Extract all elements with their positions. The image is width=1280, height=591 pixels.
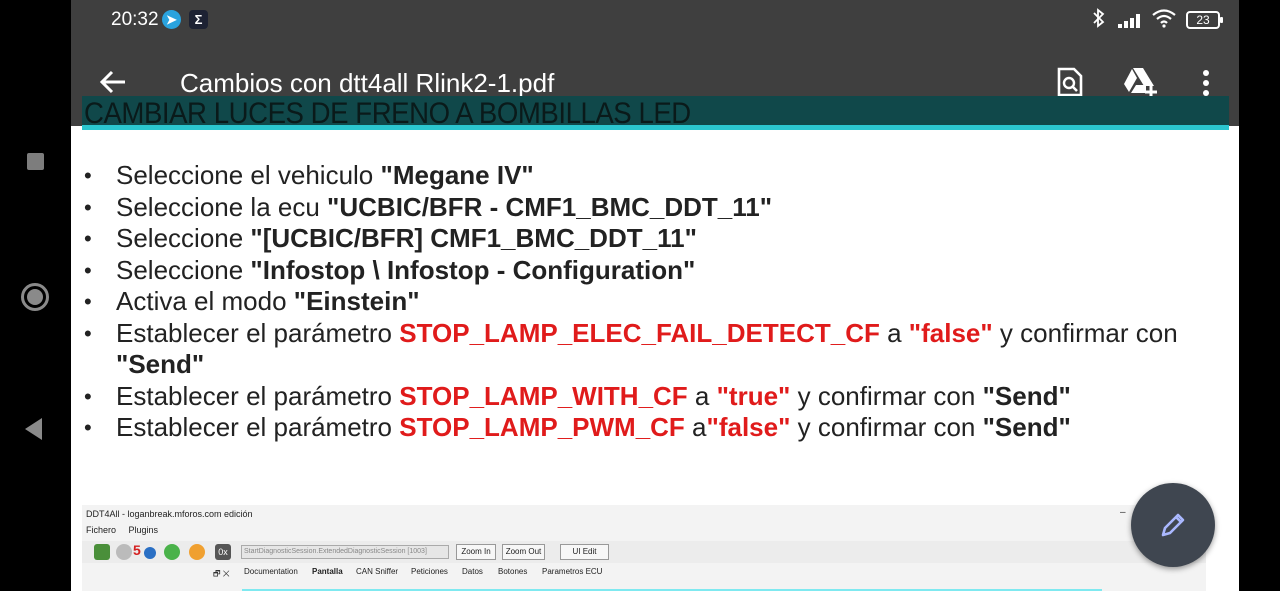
settings-icon: [116, 544, 132, 560]
drive-add-icon[interactable]: [1122, 66, 1158, 98]
right-edge: [1239, 0, 1280, 591]
embedded-menu-bar: Fichero Plugins: [86, 525, 168, 535]
document-heading-banner: CAMBIAR LUCES DE FRENO A BOMBILLAS LED: [82, 96, 1229, 130]
list-item: Activa el modo "Einstein": [80, 286, 1230, 318]
home-circle-icon[interactable]: [21, 283, 49, 311]
list-item: Establecer el parámetro STOP_LAMP_ELEC_F…: [80, 318, 1230, 381]
list-item: Seleccione la ecu "UCBIC/BFR - CMF1_BMC_…: [80, 192, 1230, 224]
document-heading: CAMBIAR LUCES DE FRENO A BOMBILLAS LED: [84, 97, 691, 130]
list-item: Establecer el parámetro STOP_LAMP_WITH_C…: [80, 381, 1230, 413]
more-options-icon[interactable]: [1196, 66, 1216, 100]
embedded-toolbar: 5 0x StartDiagnosticSession.ExtendedDiag…: [82, 541, 1206, 563]
embedded-app-screenshot: DDT4All - loganbreak.mforos.com edición …: [82, 505, 1206, 591]
list-item: Seleccione "Infostop \ Infostop - Config…: [80, 255, 1230, 287]
embedded-minimize-icon: –: [1120, 507, 1126, 518]
pdf-viewer-app: 20:32 ➤ Σ 23 Cambios con dtt4all Rlink2-…: [71, 0, 1239, 591]
embedded-tab: CAN Sniffer: [356, 567, 399, 576]
steps-list: Seleccione el vehiculo "Megane IV" Selec…: [80, 160, 1230, 444]
system-navigation-bar: [0, 0, 71, 591]
battery-level: 23: [1196, 13, 1210, 27]
counter-icon: 5: [133, 542, 141, 558]
status-bar: 20:32 ➤ Σ 23: [71, 0, 1239, 40]
list-item: Seleccione el vehiculo "Megane IV": [80, 160, 1230, 192]
scan-icon: [144, 547, 156, 559]
telegram-icon: ➤: [162, 10, 181, 29]
list-item: Establecer el parámetro STOP_LAMP_PWM_CF…: [80, 412, 1230, 444]
edit-fab-button[interactable]: [1131, 483, 1215, 567]
connect-icon: [94, 544, 110, 560]
wifi-icon: [1151, 8, 1177, 33]
bluetooth-icon: [1091, 8, 1107, 33]
ui-edit-button: UI Edit: [560, 544, 609, 560]
embedded-tab: Botones: [498, 567, 528, 576]
embedded-menu-item: Plugins: [128, 525, 159, 535]
list-item: Seleccione "[UCBIC/BFR] CMF1_BMC_DDT_11": [80, 223, 1230, 255]
embedded-tab-bar: 🗗 ✕ Documentation Pantalla CAN Sniffer P…: [82, 565, 1206, 581]
search-in-document-icon[interactable]: [1056, 66, 1084, 98]
heart-icon: [189, 544, 205, 560]
zoom-in-button: Zoom In: [456, 544, 496, 560]
status-time: 20:32: [111, 9, 159, 30]
embedded-tab: Datos: [462, 567, 483, 576]
recents-square-icon[interactable]: [27, 153, 44, 170]
pane-controls: 🗗 ✕: [213, 569, 230, 578]
hex-icon: 0x: [215, 544, 231, 560]
diagnostic-session-select: StartDiagnosticSession.ExtendedDiagnosti…: [241, 545, 449, 559]
embedded-menu-item: Fichero: [86, 525, 117, 535]
embedded-tab: Parametros ECU: [542, 567, 603, 576]
embedded-tab: Peticiones: [411, 567, 448, 576]
back-triangle-icon[interactable]: [25, 418, 42, 440]
signal-icon: [1118, 12, 1144, 28]
document-title: Cambios con dtt4all Rlink2-1.pdf: [180, 68, 555, 98]
refresh-icon: [164, 544, 180, 560]
sigma-icon: Σ: [189, 10, 208, 29]
embedded-tab-active: Pantalla: [312, 567, 343, 576]
embedded-window-title: DDT4All - loganbreak.mforos.com edición: [86, 509, 253, 519]
zoom-out-button: Zoom Out: [502, 544, 545, 560]
battery-icon: 23: [1186, 11, 1223, 29]
embedded-tab: Documentation: [244, 567, 298, 576]
edit-pencil-icon: [1159, 511, 1187, 544]
